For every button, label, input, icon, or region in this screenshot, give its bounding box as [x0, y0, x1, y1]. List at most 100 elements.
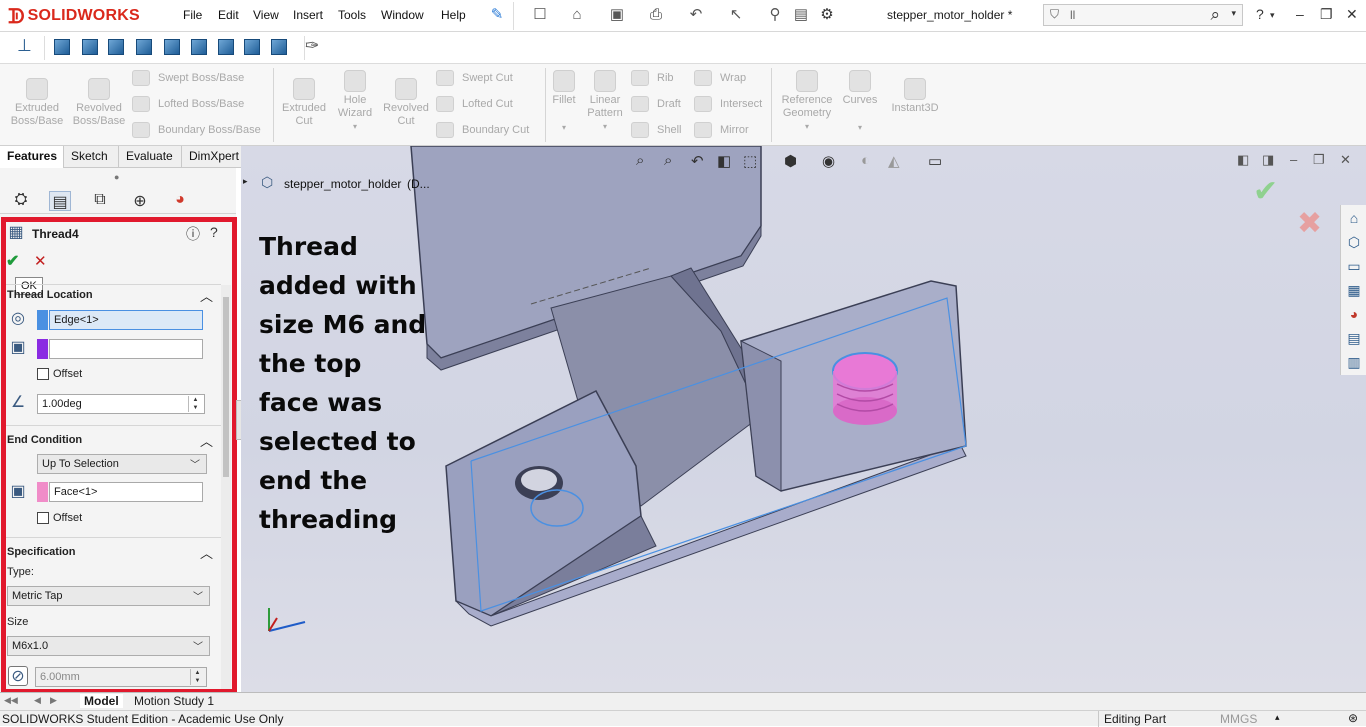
chevron-down-icon[interactable]: ▾: [1231, 8, 1236, 19]
search-icon[interactable]: ⌕: [1210, 5, 1220, 25]
close-icon[interactable]: ✕: [1346, 6, 1358, 23]
specification-header[interactable]: Specification: [7, 546, 75, 558]
print-icon[interactable]: ⎙: [646, 6, 666, 24]
hole-wizard-button[interactable]: Hole Wizard ▾: [332, 70, 378, 133]
isometric-view-icon[interactable]: [218, 39, 234, 55]
tab-motion-study[interactable]: Motion Study 1: [130, 694, 218, 708]
feature-manager-icon[interactable]: ⛭: [10, 191, 32, 211]
boundary-boss-button[interactable]: Boundary Boss/Base: [132, 122, 261, 138]
mirror-button[interactable]: Mirror: [694, 122, 749, 138]
section-view-icon[interactable]: ◧: [717, 152, 731, 170]
collapse-icon[interactable]: ︿: [200, 431, 213, 450]
diameter-spinner[interactable]: ▲ ▼: [190, 669, 204, 685]
dimxpert-manager-icon[interactable]: ⊕: [129, 191, 151, 211]
thread-type-select[interactable]: Metric Tap ﹀: [7, 586, 210, 606]
edge-selection-field[interactable]: Edge<1>: [49, 310, 203, 330]
previous-view-icon[interactable]: ↶: [691, 152, 704, 170]
cancel-button[interactable]: ✕: [34, 252, 47, 270]
optional-selection-field[interactable]: [49, 339, 203, 359]
offset-checkbox[interactable]: [37, 368, 49, 380]
search-box[interactable]: ⛉ ll ⌕ ▾: [1043, 4, 1243, 26]
curves-button[interactable]: Curves ▾: [840, 70, 880, 134]
zoom-area-icon[interactable]: ⌕: [664, 152, 672, 169]
scrollbar-thumb[interactable]: [223, 297, 229, 477]
appearances-icon[interactable]: ◕: [1344, 304, 1364, 324]
extruded-cut-button[interactable]: Extruded Cut: [277, 78, 331, 128]
design-library-icon[interactable]: ⬡: [1344, 232, 1364, 252]
thread-size-select[interactable]: M6x1.0 ﹀: [7, 636, 210, 656]
intersect-button[interactable]: Intersect: [694, 96, 762, 112]
tab-dimxpert[interactable]: DimXpert: [182, 146, 242, 168]
scroll-prev-icon[interactable]: ◀: [34, 695, 41, 706]
chevron-up-icon[interactable]: ▴: [1275, 712, 1280, 723]
triad-icon[interactable]: ⊥: [17, 36, 32, 56]
end-condition-select[interactable]: Up To Selection ﹀: [37, 454, 207, 474]
chevron-down-icon[interactable]: ▾: [776, 120, 838, 133]
zoom-to-fit-icon[interactable]: ⌕: [636, 152, 644, 169]
undo-icon[interactable]: ↶: [686, 6, 706, 24]
linear-pattern-button[interactable]: Linear Pattern ▾: [583, 70, 627, 133]
end-condition-header[interactable]: End Condition: [7, 434, 82, 446]
minimize-icon[interactable]: –: [1296, 6, 1304, 22]
chevron-down-icon[interactable]: ▾: [840, 121, 880, 134]
tile-left-icon[interactable]: ◧: [1237, 152, 1249, 168]
wrap-button[interactable]: Wrap: [694, 70, 746, 86]
right-view-icon[interactable]: [136, 39, 152, 55]
dimetric-view-icon[interactable]: [271, 39, 287, 55]
new-document-icon[interactable]: ☐: [530, 6, 550, 24]
menu-insert[interactable]: Insert: [293, 8, 323, 22]
help-icon[interactable]: ?: [210, 224, 218, 240]
trimetric-view-icon[interactable]: [244, 39, 260, 55]
display-manager-icon[interactable]: ◕: [169, 191, 191, 211]
home-icon[interactable]: ⌂: [1344, 208, 1364, 228]
menu-edit[interactable]: Edit: [218, 8, 239, 22]
save-icon[interactable]: ▣: [607, 6, 627, 24]
gear-icon[interactable]: ⚙: [817, 6, 837, 24]
back-view-icon[interactable]: [82, 39, 98, 55]
shell-button[interactable]: Shell: [631, 122, 681, 138]
panel-scrollbar[interactable]: [221, 285, 231, 689]
chevron-down-icon[interactable]: ▾: [583, 120, 627, 133]
swept-cut-button[interactable]: Swept Cut: [436, 70, 513, 86]
whats-new-icon[interactable]: ⓘ: [186, 224, 200, 244]
menu-tools[interactable]: Tools: [338, 8, 366, 22]
property-manager-icon[interactable]: ▤: [49, 191, 71, 211]
restore-icon[interactable]: ❐: [1320, 6, 1333, 23]
tab-features[interactable]: Features: [0, 146, 64, 168]
end-face-field[interactable]: Face<1>: [49, 482, 203, 502]
menu-file[interactable]: File: [183, 8, 202, 22]
configuration-manager-icon[interactable]: ⧉: [89, 191, 111, 211]
swept-boss-button[interactable]: Swept Boss/Base: [132, 70, 244, 86]
scroll-next-icon[interactable]: ▶: [50, 695, 57, 706]
select-icon[interactable]: ↖: [726, 6, 746, 24]
menu-help[interactable]: Help: [441, 8, 466, 22]
top-view-icon[interactable]: [164, 39, 180, 55]
collapse-icon[interactable]: ︿: [200, 286, 213, 305]
tile-right-icon[interactable]: ◨: [1262, 152, 1274, 168]
instant3d-button[interactable]: Instant3D: [886, 78, 944, 115]
fillet-button[interactable]: Fillet ▾: [548, 70, 580, 134]
quick-tips-icon[interactable]: ⊛: [1348, 711, 1358, 725]
help-icon[interactable]: ?: [1256, 6, 1264, 22]
reference-geometry-button[interactable]: Reference Geometry ▾: [776, 70, 838, 133]
tree-expand-icon[interactable]: ▸: [243, 176, 248, 187]
rib-button[interactable]: Rib: [631, 70, 674, 86]
chevron-down-icon[interactable]: ▾: [332, 120, 378, 133]
display-style-icon[interactable]: ⬢: [784, 152, 797, 170]
end-offset-checkbox[interactable]: [37, 512, 49, 524]
bottom-view-icon[interactable]: [191, 39, 207, 55]
restore-icon[interactable]: ❐: [1313, 152, 1325, 168]
start-angle-field[interactable]: 1.00deg ▲ ▼: [37, 394, 205, 414]
tab-evaluate[interactable]: Evaluate: [119, 146, 182, 168]
scene-icon[interactable]: ◭: [888, 152, 900, 170]
revolved-boss-button[interactable]: Revolved Boss/Base: [70, 78, 128, 128]
hide-show-icon[interactable]: ◉: [822, 152, 835, 170]
open-icon[interactable]: ⌂: [567, 6, 587, 24]
view-settings-icon[interactable]: ▭: [928, 152, 942, 170]
tree-root-item[interactable]: stepper_motor_holder: [284, 177, 401, 191]
pin-icon[interactable]: ✎: [487, 6, 507, 24]
lofted-cut-button[interactable]: Lofted Cut: [436, 96, 513, 112]
collapse-icon[interactable]: ︿: [200, 543, 213, 562]
lofted-boss-button[interactable]: Lofted Boss/Base: [132, 96, 244, 112]
minimize-icon[interactable]: –: [1290, 152, 1297, 167]
